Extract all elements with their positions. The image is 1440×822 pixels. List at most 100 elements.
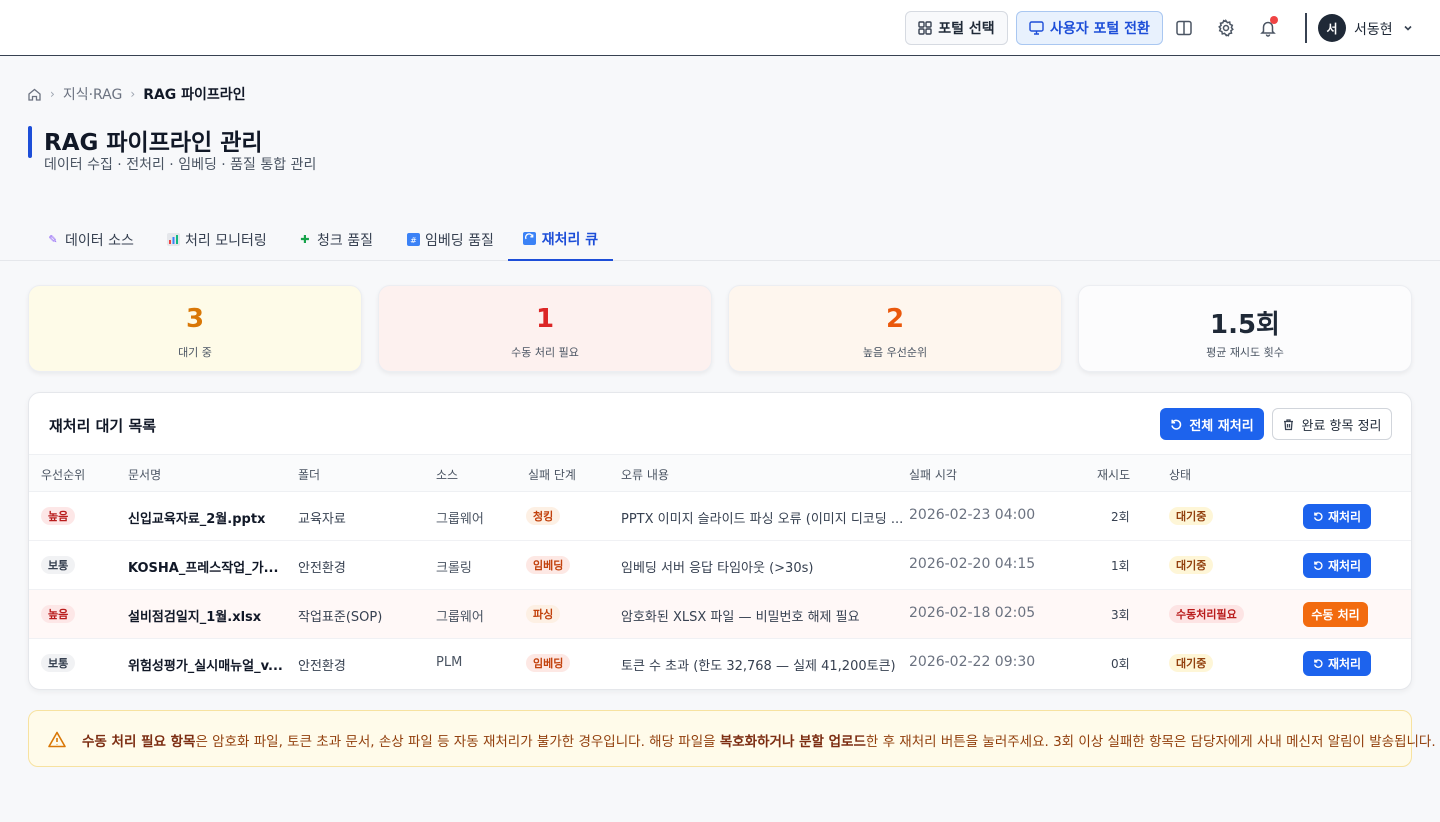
- chevron-right-icon: ›: [130, 87, 136, 101]
- column-header: 재시도: [1097, 468, 1131, 482]
- folder-name: 작업표준(SOP): [298, 610, 383, 625]
- user-name[interactable]: 서동현: [1354, 19, 1393, 39]
- syringe-icon: ✎: [48, 233, 58, 246]
- priority-badge: 높음: [41, 605, 76, 623]
- tab-processing-monitor[interactable]: 처리 모니터링: [166, 218, 267, 261]
- user-portal-switch-button[interactable]: 사용자 포털 전환: [1016, 11, 1163, 45]
- table-row: 높음 신입교육자료_2월.pptx 교육자료 그룹웨어 청킹 PPTX 이미지 …: [29, 492, 1411, 541]
- retry-count: 2회: [1111, 510, 1130, 524]
- priority-badge: 보통: [41, 654, 76, 672]
- tab-label: 재처리 큐: [541, 231, 599, 248]
- failure-stage-badge: 임베딩: [526, 654, 571, 672]
- refresh-icon: [1313, 561, 1323, 570]
- reprocess-queue-panel: 재처리 대기 목록 전체 재처리 완료 항목 정리 우선순위 문서명 폴더 소스…: [28, 392, 1412, 690]
- refresh-icon: [1313, 659, 1323, 668]
- error-message: 임베딩 서버 응답 타임아웃 (>30s): [621, 561, 814, 576]
- grid-icon: [918, 21, 932, 35]
- refresh-icon: [523, 232, 537, 246]
- column-header: 폴더: [298, 468, 321, 482]
- table-row: 높음 설비점검일지_1월.xlsx 작업표준(SOP) 그룹웨어 파싱 암호화된…: [29, 590, 1411, 639]
- table-row: 보통 위험성평가_실시매뉴얼_v... 안전환경 PLM 임베딩 토큰 수 초과…: [29, 639, 1411, 688]
- stat-value: 2: [885, 304, 905, 334]
- user-portal-switch-label: 사용자 포털 전환: [1050, 21, 1150, 37]
- retry-count: 3회: [1111, 608, 1130, 622]
- status-badge: 대기중: [1169, 507, 1214, 525]
- tab-label: 임베딩 품질: [425, 232, 494, 249]
- status-badge: 수동처리필요: [1169, 605, 1244, 623]
- failure-stage-badge: 임베딩: [526, 556, 571, 574]
- reprocess-button[interactable]: 재처리: [1303, 651, 1371, 676]
- reprocess-label: 재처리: [1327, 559, 1362, 573]
- document-name[interactable]: 위험성평가_실시매뉴얼_v...: [128, 655, 283, 674]
- title-accent-bar: [28, 126, 32, 158]
- folder-name: 교육자료: [298, 512, 346, 527]
- chevron-down-icon[interactable]: [1402, 22, 1414, 34]
- notice-bold-term: 수동 처리 필요 항목: [82, 734, 196, 750]
- failure-time: 2026-02-20 04:15: [909, 556, 1036, 572]
- trash-icon: [1284, 418, 1294, 430]
- column-header: 실패 단계: [528, 468, 576, 482]
- stat-card-avg-retry: 1.5회 평균 재시도 횟수: [1078, 285, 1412, 372]
- refresh-icon: [1313, 512, 1323, 521]
- cleanup-label: 완료 항목 정리: [1301, 418, 1382, 434]
- status-badge: 대기중: [1169, 654, 1214, 672]
- page-title: RAG 파이프라인 관리: [44, 130, 263, 156]
- stat-label: 높음 우선순위: [862, 346, 928, 359]
- reprocess-button[interactable]: 재처리: [1303, 504, 1371, 529]
- notification-dot: [1270, 16, 1278, 24]
- retry-count: 1회: [1111, 559, 1130, 573]
- manual-process-label: 수동 처리: [1311, 608, 1360, 622]
- reprocess-label: 재처리: [1327, 657, 1362, 671]
- portal-select-button[interactable]: 포털 선택: [905, 11, 1008, 45]
- error-message: 토큰 수 초과 (한도 32,768 — 실제 41,200토큰): [621, 659, 896, 674]
- stat-card-manual: 1 수동 처리 필요: [378, 285, 712, 372]
- avatar[interactable]: 서: [1318, 14, 1346, 42]
- cleanup-completed-button[interactable]: 완료 항목 정리: [1272, 408, 1392, 440]
- column-header: 문서명: [128, 468, 162, 482]
- manual-process-button[interactable]: 수동 처리: [1303, 602, 1368, 627]
- tab-reprocess-queue[interactable]: 재처리 큐: [508, 218, 613, 261]
- page-subtitle: 데이터 수집 · 전처리 · 임베딩 · 품질 통합 관리: [44, 157, 317, 173]
- table-header: 우선순위 문서명 폴더 소스 실패 단계 오류 내용 실패 시각 재시도 상태: [29, 454, 1411, 492]
- breadcrumb-item-current: RAG 파이프라인: [143, 87, 246, 103]
- chevron-right-icon: ›: [50, 87, 55, 101]
- warning-icon: [48, 731, 66, 748]
- tab-chunk-quality[interactable]: ✚ 청크 품질: [298, 218, 373, 261]
- priority-badge: 보통: [41, 556, 76, 574]
- priority-badge: 높음: [41, 507, 76, 525]
- notice-bold-action: 복호화하거나 분할 업로드: [719, 734, 866, 750]
- top-bar: 포털 선택 사용자 포털 전환 서 서동현: [0, 0, 1440, 56]
- notice-text-part: 은 암호화 파일, 토큰 초과 문서, 손상 파일 등 자동 재처리가 불가한 …: [195, 734, 720, 750]
- table-row: 보통 KOSHA_프레스작업_가... 안전환경 크롤링 임베딩 임베딩 서버 …: [29, 541, 1411, 590]
- header-divider: [1305, 13, 1307, 43]
- column-header: 상태: [1169, 468, 1192, 482]
- reprocess-button[interactable]: 재처리: [1303, 553, 1371, 578]
- error-message: PPTX 이미지 슬라이드 파싱 오류 (이미지 디코딩 ...: [621, 512, 904, 527]
- stat-label: 평균 재시도 횟수: [1206, 346, 1284, 359]
- status-badge: 대기중: [1169, 556, 1214, 574]
- stat-value: 1: [535, 304, 555, 334]
- portal-select-label: 포털 선택: [938, 21, 995, 37]
- document-name[interactable]: 신입교육자료_2월.pptx: [128, 508, 265, 527]
- panel-title: 재처리 대기 목록: [49, 417, 157, 435]
- column-header: 우선순위: [41, 468, 86, 482]
- tab-embedding-quality[interactable]: # 임베딩 품질: [406, 218, 494, 261]
- failure-time: 2026-02-22 09:30: [909, 654, 1036, 670]
- stat-card-waiting: 3 대기 중: [28, 285, 362, 372]
- refresh-icon: [1171, 419, 1182, 430]
- retry-count: 0회: [1111, 657, 1130, 671]
- breadcrumb-item-knowledge[interactable]: 지식·RAG: [63, 84, 123, 104]
- split-view-icon[interactable]: [1174, 18, 1194, 38]
- document-name[interactable]: 설비점검일지_1월.xlsx: [128, 606, 261, 625]
- settings-gear-icon[interactable]: [1216, 18, 1236, 38]
- tab-data-source[interactable]: ✎ 데이터 소스: [46, 218, 133, 261]
- failure-time: 2026-02-18 02:05: [909, 605, 1036, 621]
- document-name[interactable]: KOSHA_프레스작업_가...: [128, 557, 278, 576]
- stat-label: 대기 중: [178, 346, 212, 359]
- retry-all-button[interactable]: 전체 재처리: [1160, 408, 1264, 440]
- stat-card-high-priority: 2 높음 우선순위: [728, 285, 1062, 372]
- home-icon[interactable]: [27, 87, 42, 102]
- column-header: 실패 시각: [909, 468, 957, 482]
- failure-time: 2026-02-23 04:00: [909, 507, 1036, 523]
- puzzle-icon: ✚: [300, 233, 310, 246]
